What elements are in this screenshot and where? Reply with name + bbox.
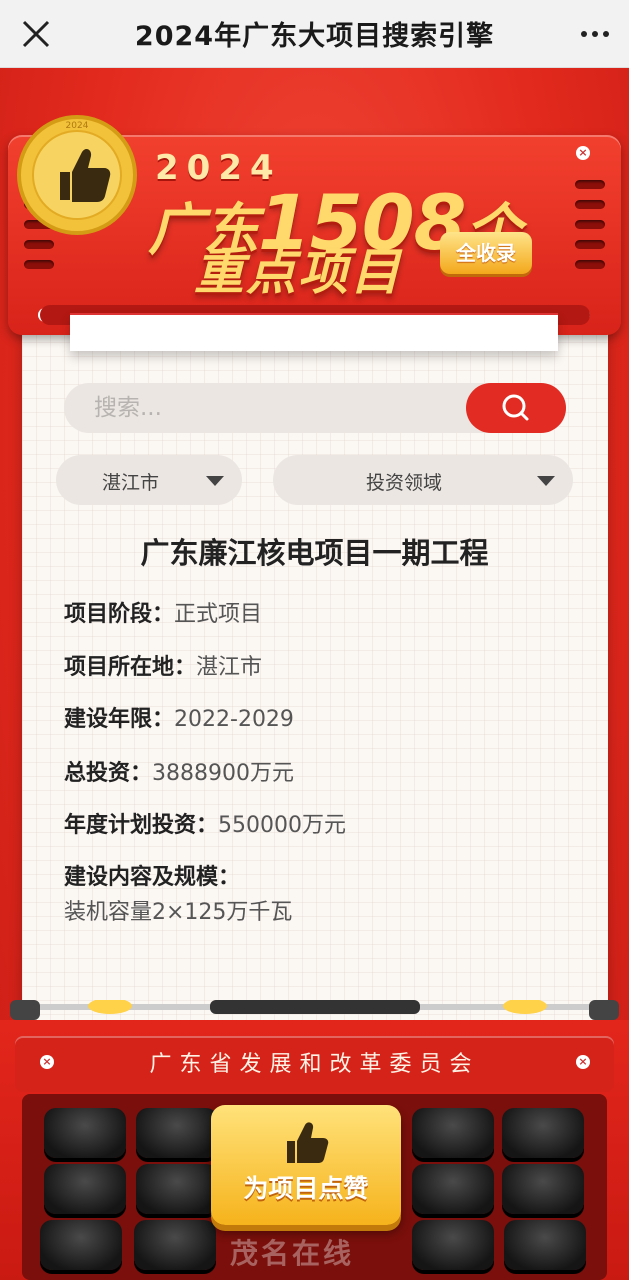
project-period-row: 建设年限：2022-2029 <box>64 701 294 733</box>
project-scale-row: 建设内容及规模： <box>64 859 240 891</box>
project-total-label: 总投资： <box>64 761 153 786</box>
keyboard-key <box>40 1220 122 1270</box>
seal-year-text: 2024 <box>66 121 89 131</box>
keyboard-key <box>44 1164 126 1214</box>
keyboard-key <box>412 1108 494 1158</box>
project-stage-label: 项目阶段： <box>64 602 175 627</box>
vent-slot <box>24 240 54 249</box>
search-bar <box>64 383 566 433</box>
project-location-label: 项目所在地： <box>64 655 197 680</box>
search-icon <box>502 394 529 421</box>
vent-slot <box>575 240 605 249</box>
project-scale-value: 装机容量2×125万千瓦 <box>64 900 293 925</box>
investment-field-dropdown[interactable]: 投资领域 <box>273 455 573 505</box>
keyboard-key <box>44 1108 126 1158</box>
keyboard-key <box>502 1164 584 1214</box>
banner-headline-line2: 重点项目 <box>194 243 402 301</box>
chevron-down-icon <box>206 476 224 486</box>
project-title: 广东廉江核电项目一期工程 <box>140 536 489 570</box>
project-annual-label: 年度计划投资： <box>64 813 219 838</box>
project-location-value: 湛江市 <box>196 655 263 680</box>
project-total-value: 3888900万元 <box>152 761 294 786</box>
watermark-text: 茂名在线 <box>230 1237 355 1270</box>
project-stage-value: 正式项目 <box>174 602 263 627</box>
page-title: 2024年广东大项目搜索引擎 <box>134 21 495 52</box>
keyboard-key <box>412 1164 494 1214</box>
organization-name: 广东省发展和改革委员会 <box>149 1052 480 1077</box>
screw-icon: × <box>576 146 590 160</box>
project-annual-row: 年度计划投资：550000万元 <box>64 807 346 839</box>
thumbs-up-seal-icon: 2024 <box>17 115 137 235</box>
keyboard-key <box>134 1220 216 1270</box>
project-location-row: 项目所在地：湛江市 <box>64 649 262 681</box>
field-dropdown-label: 投资领域 <box>366 472 443 494</box>
keyboard-key <box>136 1164 218 1214</box>
paper-roller <box>10 1000 619 1020</box>
search-button[interactable] <box>466 383 566 433</box>
all-included-badge: 全收录 <box>440 232 532 274</box>
keyboard-key <box>502 1108 584 1158</box>
more-icon[interactable] <box>575 16 615 52</box>
like-project-label: 为项目点赞 <box>243 1174 369 1203</box>
project-period-value: 2022-2029 <box>174 707 294 732</box>
keyboard-key <box>136 1108 218 1158</box>
project-stage-row: 项目阶段：正式项目 <box>64 596 262 628</box>
search-input[interactable] <box>94 391 454 425</box>
keyboard-key <box>412 1220 494 1270</box>
vent-slot <box>24 260 54 269</box>
vent-slot <box>575 180 605 189</box>
project-total-row: 总投资：3888900万元 <box>64 755 294 787</box>
keyboard-key <box>504 1220 586 1270</box>
close-icon[interactable] <box>18 16 54 52</box>
vent-slot <box>575 200 605 209</box>
city-dropdown[interactable]: 湛江市 <box>56 455 242 505</box>
vent-slot <box>575 220 605 229</box>
like-project-button[interactable]: 为项目点赞 <box>211 1105 401 1225</box>
chevron-down-icon <box>537 476 555 486</box>
vent-slot <box>575 260 605 269</box>
project-period-label: 建设年限： <box>64 707 175 732</box>
city-dropdown-label: 湛江市 <box>102 472 160 494</box>
project-annual-value: 550000万元 <box>218 813 346 838</box>
project-scale-label: 建设内容及规模： <box>64 865 241 890</box>
top-nav-bar: 2024年广东大项目搜索引擎 <box>0 0 629 68</box>
thumbs-up-icon <box>287 1122 329 1163</box>
paper-top-edge <box>70 313 558 351</box>
